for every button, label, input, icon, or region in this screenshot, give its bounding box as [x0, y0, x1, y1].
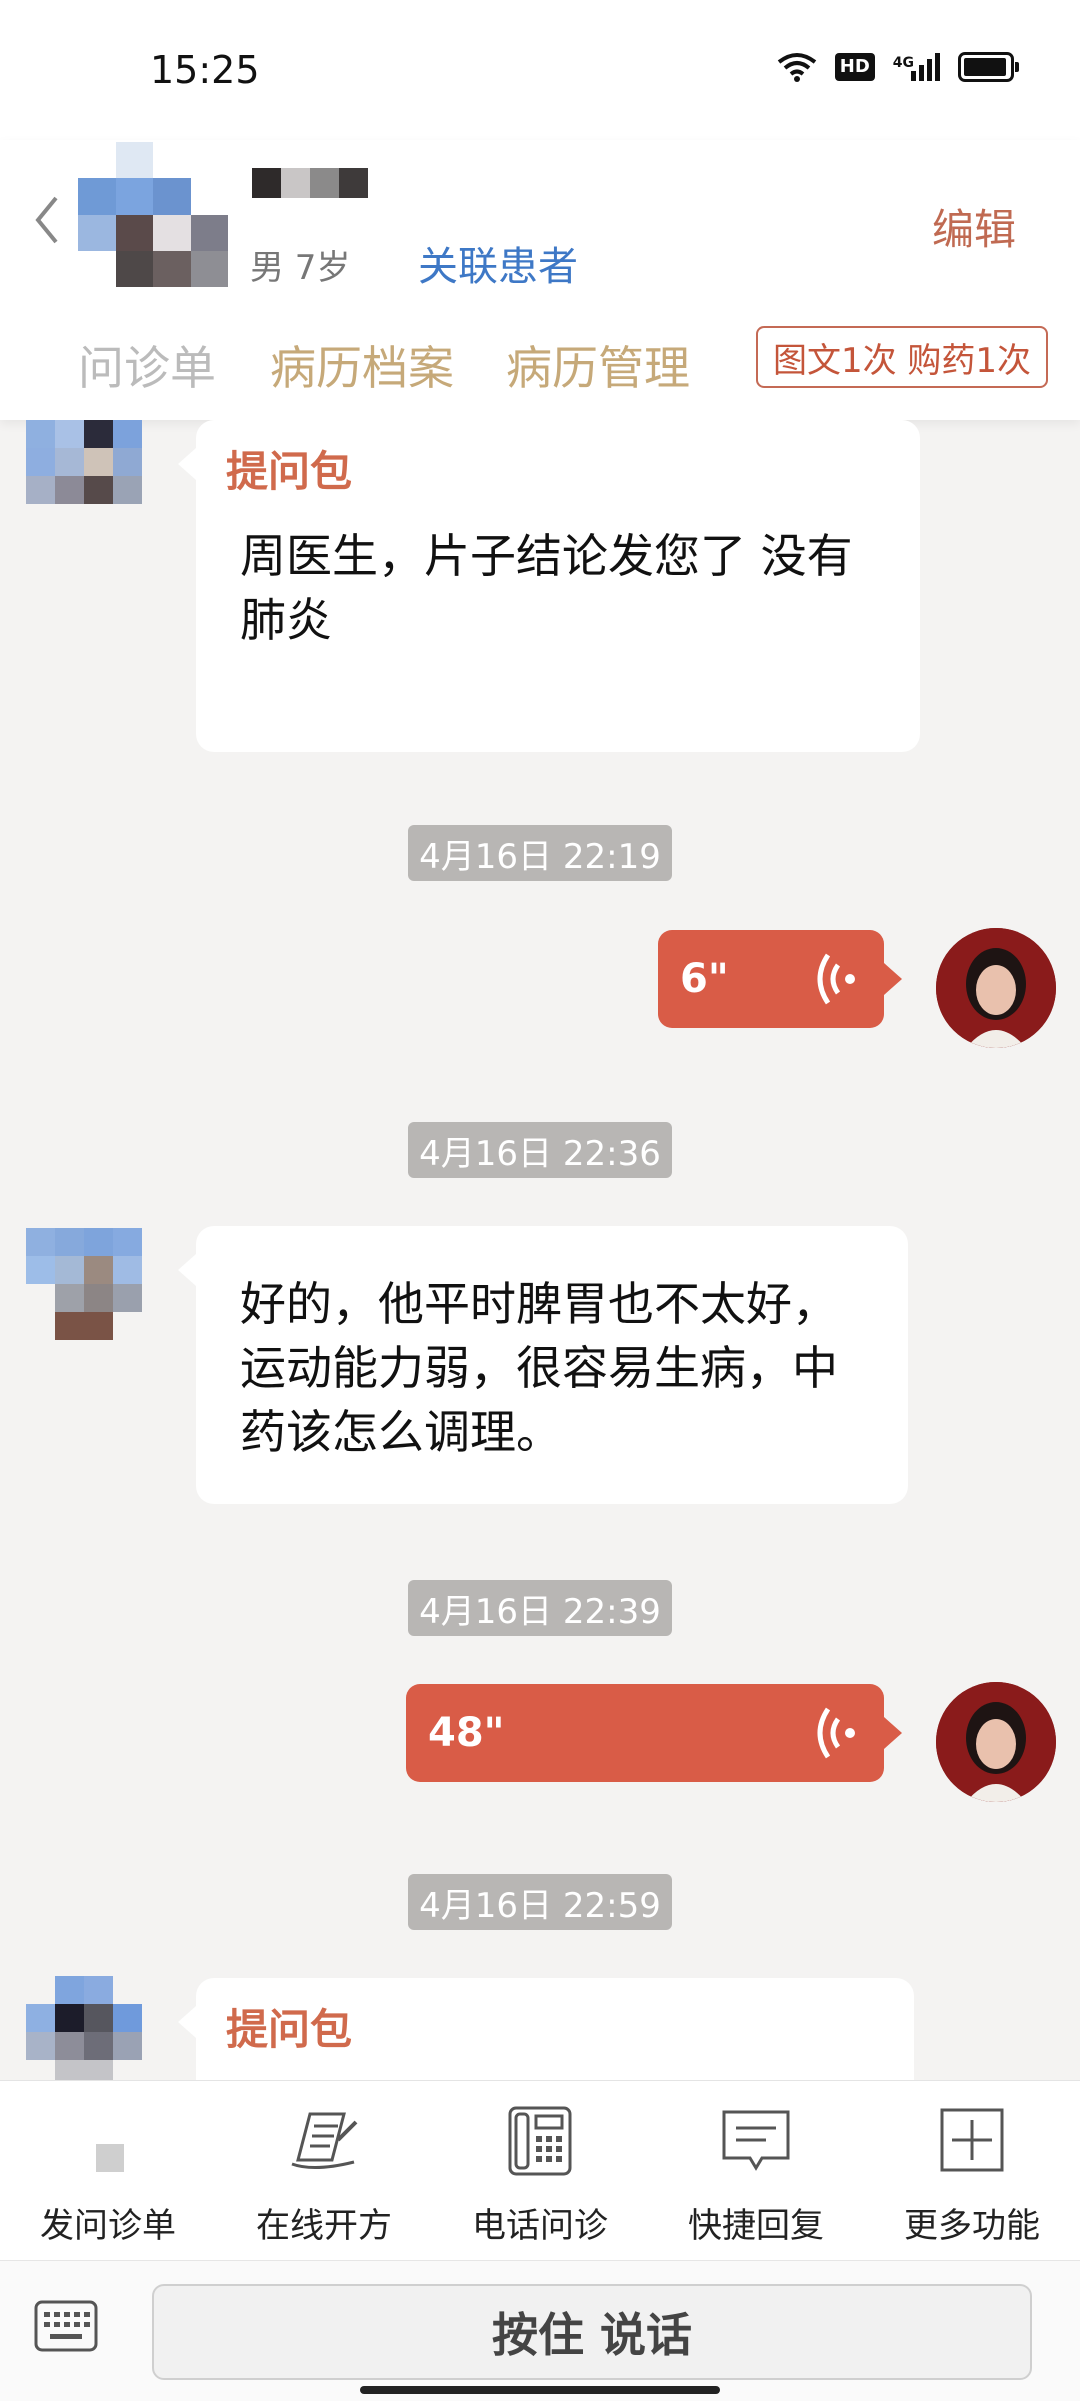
signal-4g-icon: 4G — [893, 53, 940, 81]
timestamp: 4月16日 22:19 — [408, 825, 672, 881]
timestamp: 4月16日 22:36 — [408, 1122, 672, 1178]
toolbar-label: 在线开方 — [256, 2206, 392, 2246]
phone-consult-button[interactable]: 电话问诊 — [432, 2100, 648, 2247]
network-type: 4G — [892, 55, 914, 71]
voice-wave-icon — [817, 1707, 855, 1759]
quick-reply-button[interactable]: 快捷回复 — [648, 2100, 864, 2247]
status-icons: HD 4G — [777, 52, 1019, 82]
phone-icon — [508, 2106, 572, 2176]
toolbar-label: 发问诊单 — [40, 2206, 176, 2246]
tab-questionnaire[interactable]: 问诊单 — [78, 332, 216, 398]
toolbar-label: 快捷回复 — [688, 2206, 824, 2246]
home-indicator[interactable] — [360, 2386, 720, 2394]
voice-duration: 6" — [680, 956, 729, 1002]
voice-wave-icon — [817, 953, 855, 1005]
voice-duration: 48" — [428, 1710, 505, 1756]
doctor-avatar[interactable] — [936, 928, 1056, 1048]
patient-name-censored — [252, 168, 368, 198]
doctor-avatar[interactable] — [936, 1682, 1056, 1802]
message-text: 好的，他平时脾胃也不太好，运动能力弱，很容易生病，中药该怎么调理。 — [240, 1277, 838, 1459]
voice-message[interactable]: 6" — [658, 930, 902, 1028]
keyboard-icon[interactable] — [34, 2300, 98, 2352]
battery-icon — [958, 52, 1019, 82]
questionnaire-icon — [96, 2144, 124, 2172]
toolbar-label: 更多功能 — [904, 2206, 1040, 2246]
tab-records-management[interactable]: 病历管理 — [506, 332, 690, 398]
hd-icon: HD — [834, 53, 875, 81]
service-count-badge[interactable]: 图文1次 购药1次 — [756, 326, 1048, 388]
back-arrow-icon[interactable] — [28, 190, 68, 250]
prescription-icon — [291, 2112, 358, 2169]
patient-gender-age: 男 7岁 — [250, 248, 351, 288]
timestamp: 4月16日 22:59 — [408, 1874, 672, 1930]
question-pack-bubble[interactable]: 提问包 — [178, 1978, 914, 2080]
patient-chat-avatar[interactable] — [26, 420, 142, 532]
patient-chat-avatar[interactable] — [26, 1228, 142, 1340]
patient-chat-avatar[interactable] — [26, 1976, 142, 2088]
question-pack-label: 提问包 — [226, 447, 353, 496]
edit-button[interactable]: 编辑 — [932, 196, 1016, 257]
send-questionnaire-button[interactable]: 发问诊单 — [0, 2100, 216, 2247]
plus-icon — [940, 2108, 1004, 2172]
question-pack-bubble[interactable]: 提问包 周医生，片子结论发您了 没有肺炎 — [178, 420, 920, 752]
voice-message[interactable]: 48" — [406, 1684, 902, 1782]
online-prescription-button[interactable]: 在线开方 — [216, 2100, 432, 2247]
wifi-icon — [777, 53, 816, 82]
link-patient-button[interactable]: 关联患者 — [418, 234, 578, 292]
message-text: 周医生，片子结论发您了 没有肺炎 — [240, 529, 853, 647]
question-pack-label: 提问包 — [226, 2005, 353, 2054]
tab-medical-records[interactable]: 病历档案 — [270, 332, 454, 398]
patient-avatar[interactable] — [78, 142, 228, 287]
hold-to-talk-button[interactable]: 按住 说话 — [152, 2284, 1032, 2380]
status-time: 15:25 — [150, 48, 260, 92]
incoming-message-bubble[interactable]: 好的，他平时脾胃也不太好，运动能力弱，很容易生病，中药该怎么调理。 — [178, 1226, 908, 1504]
timestamp: 4月16日 22:39 — [408, 1580, 672, 1636]
more-functions-button[interactable]: 更多功能 — [864, 2100, 1080, 2247]
quick-reply-icon — [722, 2110, 790, 2171]
toolbar-label: 电话问诊 — [472, 2206, 608, 2246]
